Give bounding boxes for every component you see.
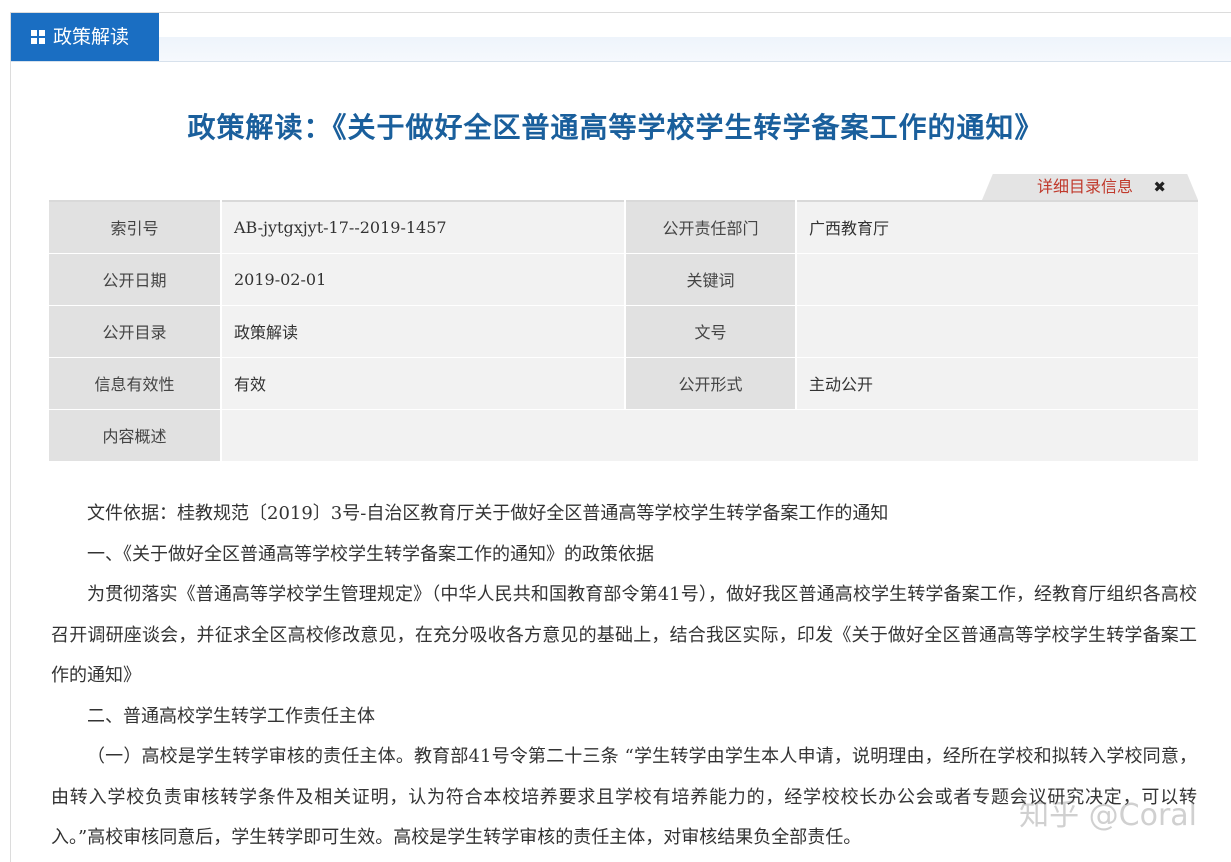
close-icon[interactable]: ✖ [1153, 174, 1166, 200]
article-paragraph: 为贯彻落实《普通高等学校学生管理规定》（中华人民共和国教育部令第41号），做好我… [51, 584, 1197, 686]
meta-value: AB-jytgxjyt-17--2019-1457 [220, 201, 625, 254]
meta-label: 关键词 [624, 253, 796, 306]
meta-label: 公开形式 [624, 357, 796, 410]
meta-label: 公开日期 [49, 253, 221, 306]
meta-value [795, 253, 1198, 306]
meta-value: 政策解读 [220, 305, 625, 358]
meta-label: 文号 [624, 305, 796, 358]
meta-label: 公开目录 [49, 305, 221, 358]
meta-label: 信息有效性 [49, 357, 221, 410]
grid-icon [31, 30, 45, 44]
meta-value: 2019-02-01 [220, 253, 625, 306]
table-row: 信息有效性 有效 公开形式 主动公开 [49, 357, 1198, 410]
meta-value [220, 409, 1198, 462]
watermark: 知乎 @Coral [1019, 798, 1197, 833]
meta-label: 索引号 [49, 201, 221, 254]
meta-label: 内容概述 [49, 409, 221, 462]
meta-label: 公开责任部门 [624, 201, 796, 254]
meta-value: 主动公开 [795, 357, 1198, 410]
meta-value: 广西教育厅 [795, 201, 1198, 254]
article-paragraph: 文件依据：桂教规范〔2019〕3号-自治区教育厅关于做好全区普通高等学校学生转学… [87, 503, 889, 524]
page-title: 政策解读：《关于做好全区普通高等学校学生转学备案工作的通知》 [187, 111, 1044, 144]
section-tab[interactable]: 政策解读 [11, 13, 159, 61]
article-paragraph: 二、普通高校学生转学工作责任主体 [87, 705, 375, 727]
meta-value: 有效 [220, 357, 625, 410]
detail-info-label: 详细目录信息 [1037, 177, 1134, 196]
table-row: 公开目录 政策解读 文号 [49, 305, 1198, 358]
meta-value [795, 305, 1198, 358]
section-tab-label: 政策解读 [53, 26, 130, 48]
metadata-table: 索引号 AB-jytgxjyt-17--2019-1457 公开责任部门 广西教… [49, 200, 1198, 462]
detail-info-toggle[interactable]: 详细目录信息 ✖ [982, 174, 1198, 200]
section-header-bar: 政策解读 [11, 13, 1231, 62]
table-row: 索引号 AB-jytgxjyt-17--2019-1457 公开责任部门 广西教… [49, 201, 1198, 254]
table-row: 公开日期 2019-02-01 关键词 [49, 253, 1198, 306]
table-row: 内容概述 [49, 409, 1198, 462]
article-paragraph: 一、《关于做好全区普通高等学校学生转学备案工作的通知》的政策依据 [87, 543, 654, 565]
